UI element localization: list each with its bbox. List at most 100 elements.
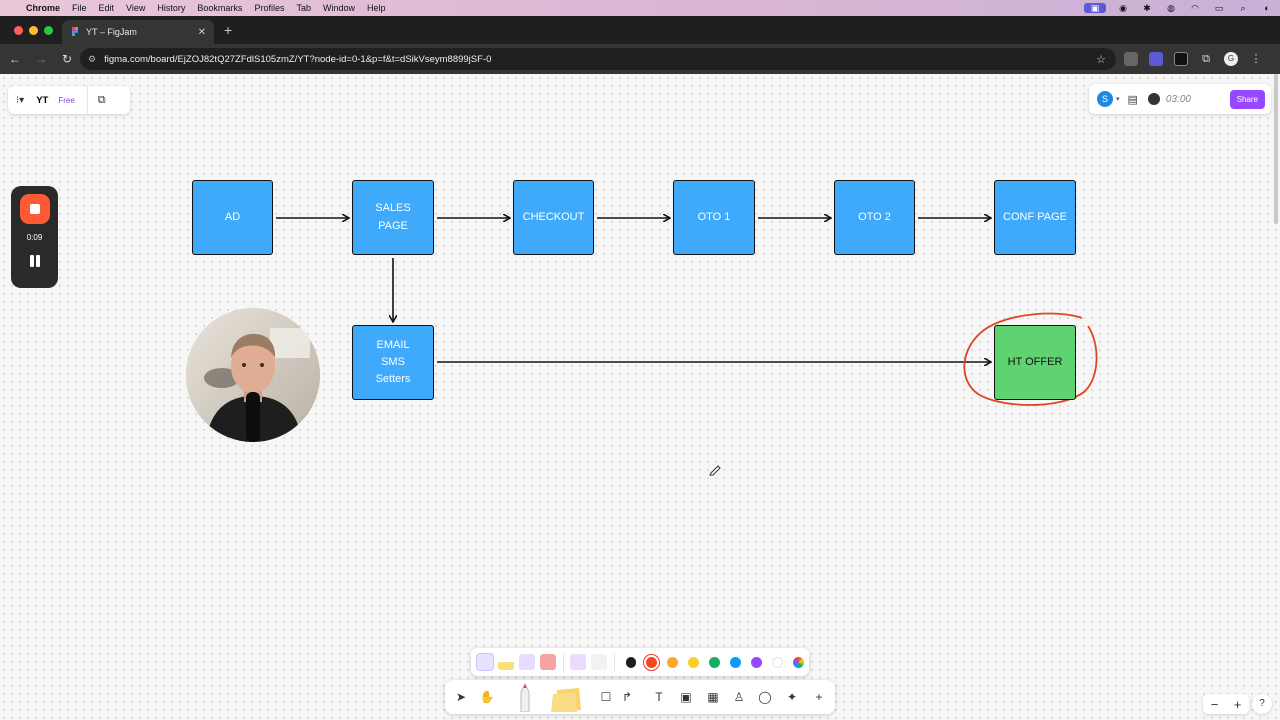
node-checkout[interactable]: CHECKOUT [513, 180, 594, 255]
menu-tab[interactable]: Tab [296, 3, 319, 13]
node-sms-label: SMS [381, 355, 405, 368]
node-oto-2-label: OTO 2 [858, 210, 891, 223]
reload-icon[interactable]: ↻ [56, 52, 78, 66]
user-avatar[interactable]: S [1097, 91, 1113, 107]
more-menu-icon[interactable]: ⋮ [1249, 52, 1263, 66]
timer-icon[interactable] [1147, 93, 1160, 105]
chevron-down-icon[interactable]: ▾ [1116, 95, 1120, 103]
layout-panel-icon[interactable]: ▤ [1128, 93, 1138, 106]
pages-icon[interactable]: ⧉ [98, 94, 106, 107]
site-info-icon[interactable]: ⚙ [88, 54, 96, 65]
camera-icon[interactable]: ◉ [1116, 3, 1130, 13]
webcam-overlay [186, 308, 320, 442]
battery-icon[interactable]: ▭ [1212, 3, 1226, 13]
node-oto-2[interactable]: OTO 2 [834, 180, 915, 255]
color-swatch-black[interactable] [625, 656, 637, 668]
zoom-window-button[interactable] [44, 26, 53, 35]
text-tool-icon[interactable]: T [651, 689, 667, 705]
node-sales-page-label-1: SALES [375, 202, 411, 215]
more-tools-icon[interactable]: + [811, 689, 827, 705]
stamp-tool-icon[interactable]: ♙ [731, 689, 747, 705]
table-tool-icon[interactable]: ▦ [705, 689, 721, 705]
timer-value[interactable]: 03:00 [1166, 94, 1191, 105]
wifi-icon[interactable]: ◠ [1188, 3, 1202, 13]
node-ht-offer[interactable]: HT OFFER [994, 325, 1076, 400]
menu-view[interactable]: View [126, 3, 153, 13]
audio-icon[interactable]: ◍ [1164, 3, 1178, 13]
custom-color-icon[interactable] [793, 656, 804, 668]
new-tab-icon[interactable]: + [224, 22, 232, 38]
node-sales-page-label-2: PAGE [378, 219, 408, 232]
shape-tool-icon[interactable]: ☐ [598, 689, 614, 705]
bookmark-star-icon[interactable]: ☆ [1096, 53, 1106, 66]
minimize-window-button[interactable] [29, 26, 38, 35]
menu-bookmarks[interactable]: Bookmarks [197, 3, 250, 13]
search-icon[interactable]: ⌕ [1236, 3, 1250, 13]
comment-tool-icon[interactable]: ◯ [757, 689, 773, 705]
extension-2-icon[interactable] [1149, 52, 1163, 66]
menu-app-name[interactable]: Chrome [26, 3, 68, 13]
vertical-scrollbar[interactable] [1274, 74, 1278, 224]
forward-icon[interactable]: → [30, 52, 52, 66]
marker-pen-icon[interactable] [515, 682, 535, 712]
extensions-puzzle-icon[interactable]: ⧉ [1199, 52, 1213, 66]
address-bar[interactable]: ⚙ figma.com/board/EjZOJ82tQ27ZFdlS105zmZ… [80, 48, 1116, 70]
share-button[interactable]: Share [1229, 89, 1265, 109]
figjam-canvas[interactable]: ⁝▾ YT Free ⧉ S ▾ ▤ 03:00 Share 0:09 AD S… [0, 74, 1280, 720]
menu-edit[interactable]: Edit [99, 3, 123, 13]
screen-record-icon[interactable]: ▣ [1084, 3, 1106, 13]
sticky-note-icon[interactable] [551, 684, 585, 712]
figjam-menu-icon[interactable]: ⁝▾ [16, 95, 24, 106]
menu-profiles[interactable]: Profiles [254, 3, 292, 13]
marker-tool-icon[interactable] [477, 654, 493, 670]
section-tool-icon[interactable]: ▣ [678, 689, 694, 705]
close-tab-icon[interactable]: ✕ [198, 27, 206, 38]
browser-toolbar: ← → ↻ ⚙ figma.com/board/EjZOJ82tQ27ZFdlS… [0, 44, 1280, 74]
extension-3-icon[interactable] [1174, 52, 1188, 66]
share-toolbar: S ▾ ▤ 03:00 Share [1089, 84, 1271, 114]
back-icon[interactable]: ← [4, 52, 26, 66]
color-swatch-red[interactable] [646, 656, 658, 668]
menu-history[interactable]: History [157, 3, 193, 13]
node-ad[interactable]: AD [192, 180, 273, 255]
menu-help[interactable]: Help [367, 3, 394, 13]
figma-favicon-icon [72, 27, 78, 36]
control-center-icon[interactable]: ◐ [1260, 3, 1274, 13]
tab-figjam[interactable]: YT – FigJam ✕ [62, 20, 214, 44]
node-oto-1[interactable]: OTO 1 [673, 180, 755, 255]
stop-recording-button[interactable] [20, 194, 50, 224]
menu-file[interactable]: File [72, 3, 95, 13]
node-sales-page[interactable]: SALES PAGE [352, 180, 434, 255]
stroke-smooth-icon[interactable] [590, 654, 607, 670]
url-text: figma.com/board/EjZOJ82tQ27ZFdlS105zmZ/Y… [104, 53, 492, 65]
zoom-in-button[interactable]: + [1234, 697, 1242, 712]
color-swatch-green[interactable] [709, 656, 721, 668]
close-window-button[interactable] [14, 26, 23, 35]
color-swatch-white[interactable] [772, 656, 784, 668]
help-button[interactable]: ? [1252, 694, 1272, 714]
highlighter-tool-icon[interactable] [497, 654, 514, 670]
node-email-label: EMAIL [376, 338, 410, 351]
profile-avatar-icon[interactable]: G [1224, 52, 1238, 66]
bluetooth-icon[interactable]: ✱ [1140, 3, 1154, 13]
stroke-freeform-icon[interactable] [569, 654, 586, 670]
color-swatch-blue[interactable] [730, 656, 742, 668]
zoom-out-button[interactable]: − [1211, 697, 1219, 712]
node-email-sms-setters[interactable]: EMAIL SMS Setters [352, 325, 434, 400]
hand-tool-icon[interactable]: ✋ [479, 689, 495, 705]
menu-window[interactable]: Window [323, 3, 363, 13]
color-swatch-purple[interactable] [751, 656, 763, 668]
eraser-tool-icon[interactable] [539, 654, 556, 670]
pause-recording-button[interactable] [29, 255, 41, 269]
ai-tools-icon[interactable]: ✦ [784, 689, 800, 705]
color-swatch-yellow[interactable] [688, 656, 700, 668]
plan-badge[interactable]: Free [58, 96, 74, 105]
connector-tool-icon[interactable]: ↱ [619, 689, 635, 705]
color-swatch-orange[interactable] [667, 656, 679, 668]
washi-tape-tool-icon[interactable] [518, 654, 535, 670]
status-icons: ▣ ◉ ✱ ◍ ◠ ▭ ⌕ ◐ [1084, 0, 1274, 16]
file-name[interactable]: YT [36, 95, 48, 106]
node-conf-page[interactable]: CONF PAGE [994, 180, 1076, 255]
extension-1-icon[interactable] [1124, 52, 1138, 66]
select-tool-icon[interactable]: ➤ [453, 689, 469, 705]
